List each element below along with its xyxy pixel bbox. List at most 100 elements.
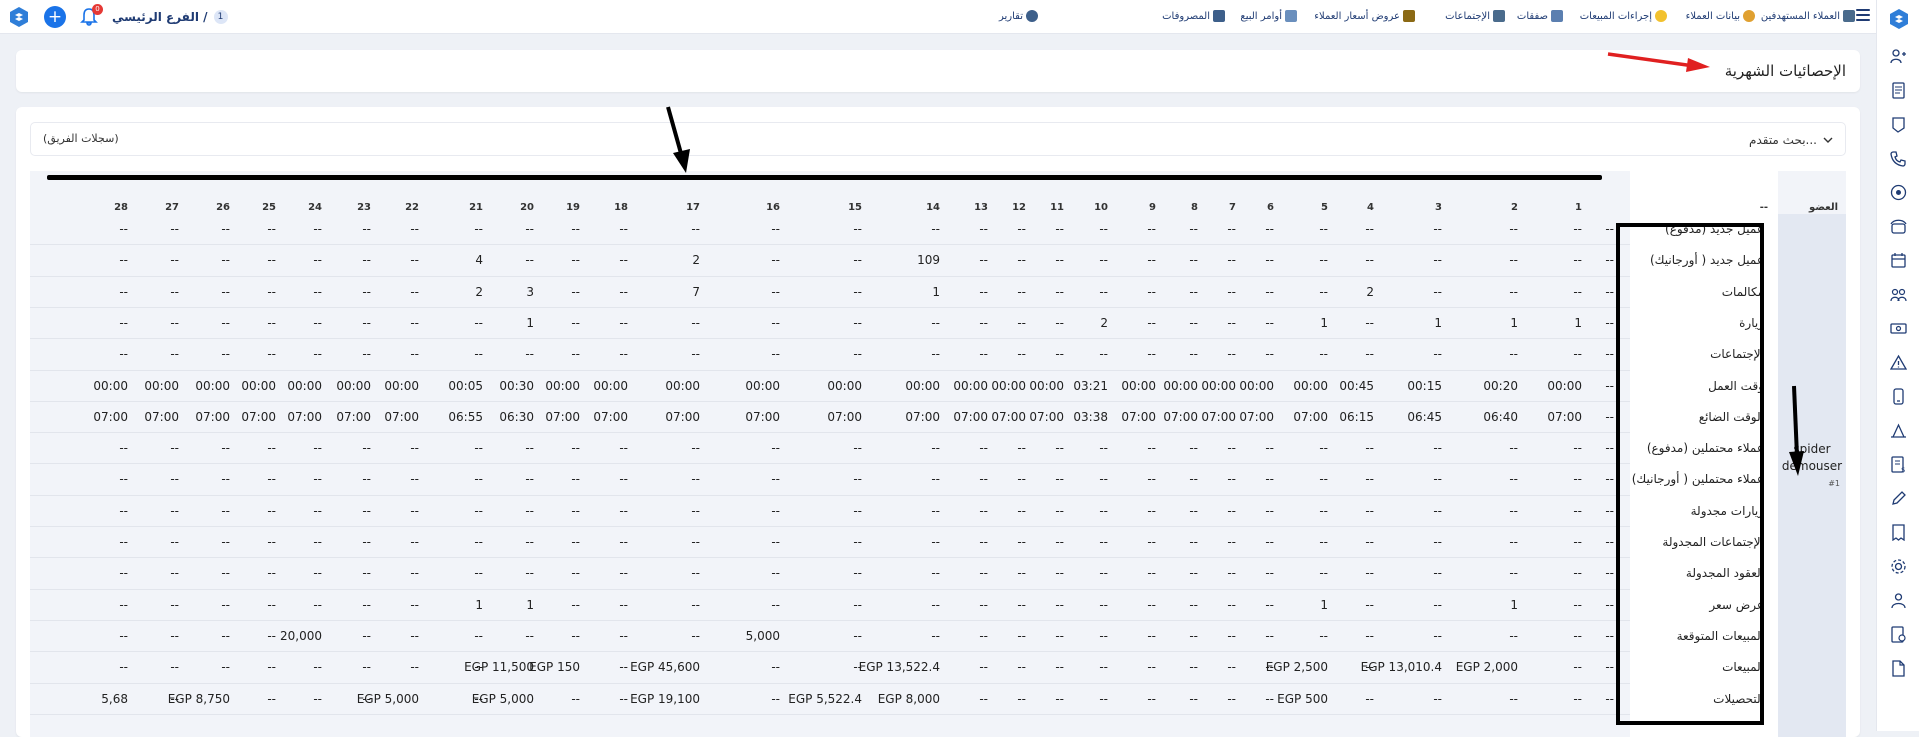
- table-cell: 07:00: [287, 409, 322, 424]
- payment-icon[interactable]: [1890, 626, 1907, 643]
- table-cell: 07:00: [1163, 409, 1198, 424]
- money-icon[interactable]: [1890, 320, 1907, 337]
- table-cell: --: [619, 691, 628, 706]
- table-cell: 00:00: [745, 378, 780, 393]
- device-icon[interactable]: [1890, 388, 1907, 405]
- table-cell: --: [1265, 503, 1274, 518]
- nav-customer-data[interactable]: بيانات العملاء: [1686, 10, 1755, 22]
- table-cell: --: [410, 347, 419, 362]
- table-cell: --: [771, 691, 780, 706]
- branch-breadcrumb[interactable]: الفرع الرئيسي /: [112, 10, 208, 24]
- table-cell: --: [362, 691, 371, 706]
- table-cell: --: [1189, 597, 1198, 612]
- sales-icon[interactable]: [1890, 422, 1907, 439]
- table-cell: --: [571, 566, 580, 581]
- table-cell: --: [931, 315, 940, 330]
- table-cell: --: [1055, 222, 1064, 236]
- table-cell: --: [571, 535, 580, 549]
- contacts-icon[interactable]: [1890, 48, 1907, 65]
- table-cell: --: [170, 253, 179, 268]
- day-header: 3: [1435, 202, 1442, 213]
- advanced-search-toggle[interactable]: بحث متقدم...: [1749, 133, 1833, 147]
- table-cell: --: [1433, 222, 1442, 236]
- nav-expenses[interactable]: المصروفات: [1162, 10, 1225, 22]
- day-header: 23: [357, 202, 371, 213]
- target-users-icon: [1843, 10, 1855, 22]
- statistics-card: بحث متقدم... (سجلات الفريق) العضو -- spi…: [16, 107, 1860, 737]
- day-header: 21: [469, 202, 483, 213]
- nav-sales-orders[interactable]: أوامر البيع: [1240, 10, 1297, 22]
- table-cell: --: [1099, 535, 1108, 549]
- table-cell: 00:00: [1029, 378, 1064, 393]
- table-cell: --: [619, 347, 628, 362]
- table-cell: --: [1605, 628, 1614, 643]
- table-cell: --: [410, 503, 419, 518]
- document-icon[interactable]: [1890, 82, 1907, 99]
- table-cell: --: [221, 535, 230, 549]
- table-cell: --: [1319, 566, 1328, 581]
- nav-customer-quotes[interactable]: عروض أسعار العملاء: [1314, 10, 1415, 22]
- table-cell: 06:15: [1339, 409, 1374, 424]
- table-cell: --: [410, 222, 419, 236]
- table-cell: --: [691, 628, 700, 643]
- settings-icon[interactable]: [1890, 558, 1907, 575]
- table-cell: --: [853, 253, 862, 268]
- receipt-icon[interactable]: [1890, 524, 1907, 541]
- nav-meetings[interactable]: الإجتماعات: [1445, 10, 1505, 22]
- shield-icon[interactable]: [1890, 116, 1907, 133]
- table-cell: --: [1265, 691, 1274, 706]
- table-cell: --: [931, 222, 940, 236]
- row-divider: [30, 619, 1630, 621]
- table-cell: --: [619, 222, 628, 236]
- nav-sales-actions[interactable]: إجراءات المبيعات: [1580, 10, 1667, 22]
- day-header: 8: [1191, 202, 1198, 213]
- table-cell: --: [362, 441, 371, 456]
- notifications-button[interactable]: 0: [78, 4, 103, 28]
- table-cell: 07:00: [953, 409, 988, 424]
- team-icon[interactable]: [1890, 286, 1907, 303]
- table-cell: --: [1017, 284, 1026, 299]
- nav-deals[interactable]: صفقات: [1517, 10, 1563, 22]
- table-cell: --: [410, 284, 419, 299]
- phone-icon[interactable]: [1890, 150, 1907, 167]
- invoice-icon[interactable]: $: [1890, 456, 1907, 473]
- table-cell: --: [1265, 347, 1274, 362]
- quotes-icon: [1403, 10, 1415, 22]
- telephone-icon[interactable]: [1890, 218, 1907, 235]
- nav-reports[interactable]: تقارير: [999, 10, 1038, 22]
- table-cell: --: [1365, 566, 1374, 581]
- table-cell: --: [1055, 535, 1064, 549]
- table-cell: --: [619, 253, 628, 268]
- app-logo-icon[interactable]: [8, 6, 30, 28]
- table-cell: --: [1147, 441, 1156, 456]
- table-cell: --: [1265, 222, 1274, 236]
- user-icon[interactable]: [1890, 592, 1907, 609]
- pen-icon[interactable]: [1890, 490, 1907, 507]
- sidebar-logo-icon[interactable]: [1888, 8, 1910, 30]
- table-cell: --: [1509, 284, 1518, 299]
- table-cell: --: [853, 441, 862, 456]
- table-cell: --: [410, 628, 419, 643]
- file-icon[interactable]: [1890, 660, 1907, 677]
- calendar-icon[interactable]: [1890, 252, 1907, 269]
- table-cell: 07:00: [1029, 409, 1064, 424]
- annotation-red-arrow-icon: [1607, 52, 1710, 72]
- table-cell: 00:00: [991, 378, 1026, 393]
- add-icon[interactable]: +: [44, 6, 66, 28]
- table-cell: --: [313, 441, 322, 456]
- table-cell: --: [525, 347, 534, 362]
- table-cell: --: [771, 472, 780, 487]
- warning-icon[interactable]: [1890, 354, 1907, 371]
- table-cell: --: [571, 691, 580, 706]
- svg-text:$: $: [1901, 466, 1905, 473]
- day-header: 17: [686, 202, 700, 213]
- table-cell: --: [1319, 441, 1328, 456]
- table-cell: --: [170, 503, 179, 518]
- table-cell: --: [1227, 566, 1236, 581]
- menu-icon[interactable]: [1856, 9, 1870, 21]
- table-cell: --: [1365, 628, 1374, 643]
- compass-icon[interactable]: [1890, 184, 1907, 201]
- nav-target-customers[interactable]: العملاء المستهدفين: [1761, 10, 1855, 22]
- table-cell: --: [1147, 472, 1156, 487]
- table-cell: --: [1189, 347, 1198, 362]
